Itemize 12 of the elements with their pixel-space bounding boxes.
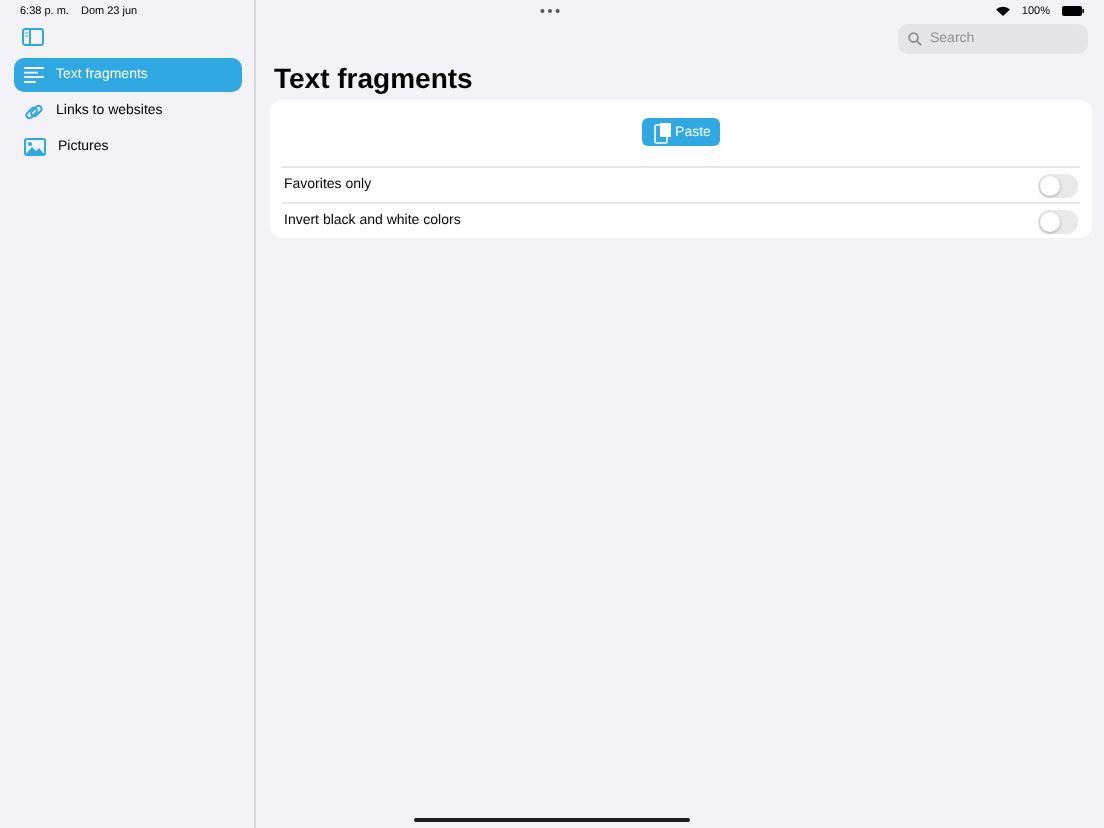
clipboard-icon [653, 121, 672, 143]
search-icon [908, 32, 922, 46]
toggle-switch[interactable] [1038, 209, 1078, 233]
picture-icon [24, 138, 46, 156]
battery-icon [1062, 6, 1084, 16]
page-title: Text fragments [274, 62, 475, 94]
wifi-icon [995, 6, 1010, 16]
sidebar-toggle-icon[interactable] [22, 28, 44, 46]
more-dots-icon[interactable] [540, 8, 560, 14]
link-icon [24, 101, 44, 121]
text-lines-icon [24, 66, 44, 84]
toggle-switch[interactable] [1038, 173, 1078, 197]
